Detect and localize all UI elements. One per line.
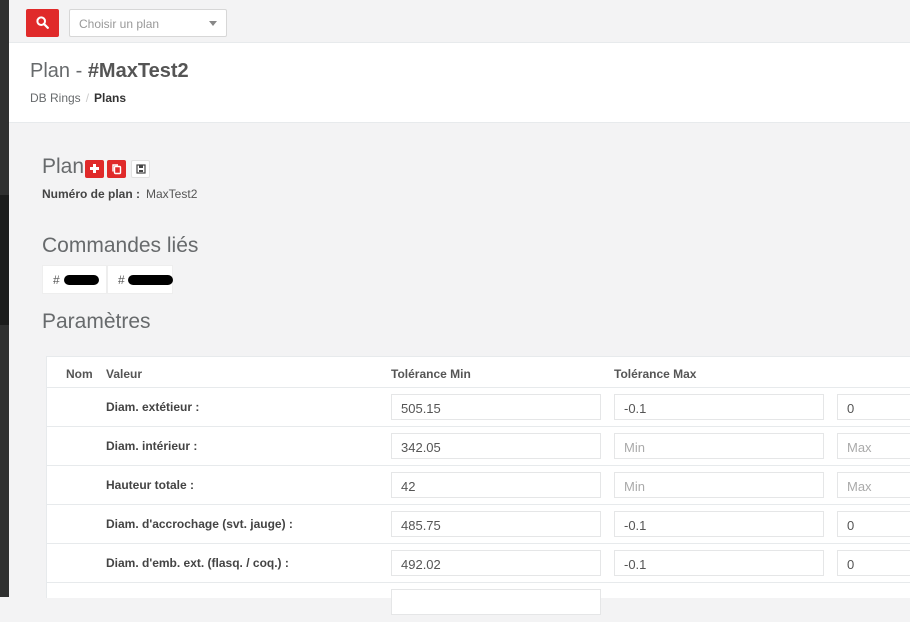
tolerance-max-input[interactable]: Max [837,472,910,498]
app-sidebar-strip [0,0,9,597]
table-row: Diam. intérieur : 342.05 Min Max [47,426,910,466]
sidebar-shade [0,195,9,325]
params-section-title: Paramètres [42,310,151,333]
redacted-order-number [64,275,99,285]
tolerance-min-input[interactable]: -0.1 [614,394,824,420]
table-row: Hauteur totale : 42 Min Max [47,465,910,505]
breadcrumb-db-rings[interactable]: DB Rings [30,91,81,105]
tolerance-min-input[interactable]: Min [614,472,824,498]
params-table: Nom Valeur Tolérance Min Tolérance Max D… [46,356,910,615]
order-chip[interactable]: # [107,265,173,294]
search-button[interactable] [26,9,59,37]
redacted-order-number [128,275,173,285]
table-row: Diam. d'accrochage (svt. jauge) : 485.75… [47,504,910,544]
plan-section-title: Plan [42,155,85,178]
param-value-input[interactable]: 485.75 [391,511,601,537]
page-title-id: #MaxTest2 [87,60,189,82]
tolerance-min-input[interactable]: Min [614,433,824,459]
tolerance-max-input[interactable]: 0 [837,550,910,576]
plan-select[interactable]: Choisir un plan [69,9,227,37]
orders-section-title: Commandes liés [42,234,199,257]
plan-number-label: Numéro de plan : [42,187,141,201]
column-header-nom: Nom [66,367,93,381]
copy-plan-button[interactable] [107,160,126,178]
plan-select-placeholder: Choisir un plan [79,17,160,31]
copy-icon [112,164,122,175]
param-label: Diam. extétieur : [106,400,200,414]
column-header-valeur: Valeur [106,367,143,381]
page-header: Plan - #MaxTest2 DB Rings / Plans [9,43,910,123]
chevron-down-icon [209,21,217,26]
add-plan-button[interactable] [85,160,104,178]
tolerance-max-input[interactable]: Max [837,433,910,459]
save-icon [136,164,146,174]
breadcrumb: DB Rings / Plans [30,91,126,105]
plus-icon [90,164,99,173]
param-label: Diam. intérieur : [106,439,198,453]
page-title: Plan - #MaxTest2 [30,60,189,83]
param-value-input[interactable]: 505.15 [391,394,601,420]
column-header-tolerance-max: Tolérance Max [614,367,697,381]
table-row: Diam. d'emb. ext. (flasq. / coq.) : 492.… [47,543,910,583]
order-hash: # [53,273,60,287]
plan-number-value: MaxTest2 [146,187,198,201]
tolerance-max-input[interactable]: 0 [837,394,910,420]
param-label: Diam. d'emb. ext. (flasq. / coq.) : [106,556,289,570]
column-header-tolerance-min: Tolérance Min [391,367,471,381]
top-navbar: Choisir un plan [9,0,910,43]
param-label: Hauteur totale : [106,478,195,492]
tolerance-max-input[interactable]: 0 [837,511,910,537]
param-label: Diam. d'accrochage (svt. jauge) : [106,517,293,531]
tolerance-min-input[interactable]: -0.1 [614,550,824,576]
table-row [47,582,910,622]
table-row: Diam. extétieur : 505.15 -0.1 0 [47,387,910,427]
order-hash: # [118,273,125,287]
breadcrumb-plans: Plans [94,91,127,105]
tolerance-min-input[interactable]: -0.1 [614,511,824,537]
param-value-input[interactable]: 492.02 [391,550,601,576]
order-chip[interactable]: # [42,265,107,294]
param-value-input[interactable] [391,589,601,615]
page-title-prefix: Plan - [30,60,88,82]
search-icon [36,16,49,29]
save-plan-button[interactable] [131,160,150,178]
breadcrumb-separator: / [85,91,90,105]
plan-number-line: Numéro de plan : MaxTest2 [42,187,197,201]
param-value-input[interactable]: 342.05 [391,433,601,459]
param-value-input[interactable]: 42 [391,472,601,498]
